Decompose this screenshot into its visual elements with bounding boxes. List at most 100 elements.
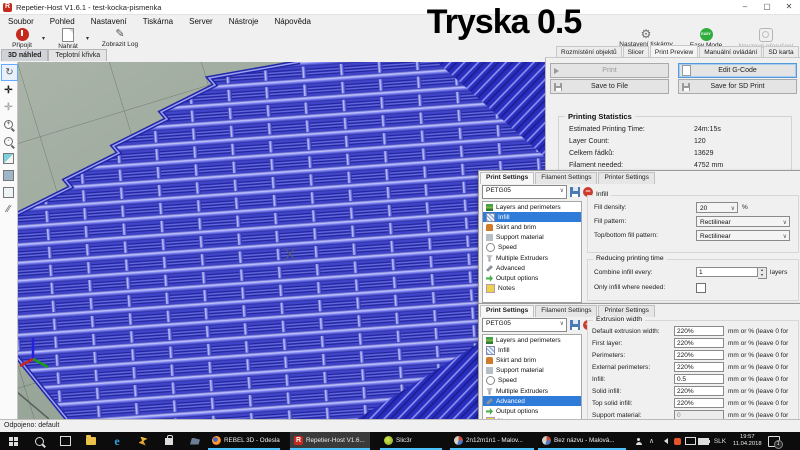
tab-temperature-curve[interactable]: Teplotní křivka xyxy=(48,49,107,61)
category-speed[interactable]: Speed xyxy=(483,243,581,253)
move-object-icon[interactable]: ✛ xyxy=(1,83,16,98)
extrusion-input[interactable] xyxy=(674,350,724,360)
antivirus-tray-icon[interactable] xyxy=(671,432,684,450)
minimize-button[interactable]: – xyxy=(734,0,756,14)
category-extruders[interactable]: Multiple Extruders xyxy=(483,386,581,396)
save-profile-icon[interactable] xyxy=(570,320,580,330)
extrusion-input[interactable] xyxy=(674,326,724,336)
rotate-view-icon[interactable]: ↻ xyxy=(1,64,18,81)
close-button[interactable]: ✕ xyxy=(778,0,800,14)
language-indicator[interactable]: SLK xyxy=(710,432,730,450)
menu-tiskarna[interactable]: Tiskárna xyxy=(135,17,181,26)
task-view-icon[interactable] xyxy=(52,432,78,450)
profile-select[interactable]: PETG05 xyxy=(482,318,567,332)
fill-density-select[interactable]: 20 xyxy=(696,202,738,213)
tab-filament-settings[interactable]: Filament Settings xyxy=(535,305,597,317)
search-icon[interactable] xyxy=(26,432,52,450)
top-bottom-pattern-select[interactable]: Rectilinear xyxy=(696,230,790,241)
front-view-icon[interactable] xyxy=(1,168,16,183)
category-support[interactable]: Support material xyxy=(483,366,581,376)
app-icon-dark[interactable] xyxy=(182,432,208,450)
emergency-stop-icon xyxy=(759,28,773,42)
category-skirt[interactable]: Skirt and brim xyxy=(483,355,581,365)
clock[interactable]: 19:57 11.04.2018 xyxy=(730,434,765,448)
extrusion-input[interactable] xyxy=(674,386,724,396)
category-support[interactable]: Support material xyxy=(483,233,581,243)
taskbar-repetier-host[interactable]: R Repetier-Host V1.6... xyxy=(290,432,370,450)
category-notes[interactable]: Notes xyxy=(483,284,581,294)
connect-button[interactable]: Připojit xyxy=(4,28,40,49)
slicer-tab-strip: Print Settings Filament Settings Printer… xyxy=(480,172,800,184)
profile-select[interactable]: PETG05 xyxy=(482,185,567,199)
extrusion-input[interactable] xyxy=(674,398,724,408)
connect-icon xyxy=(16,28,29,41)
save-for-sd-button[interactable]: Save for SD Print xyxy=(678,79,797,94)
tab-print-settings[interactable]: Print Settings xyxy=(480,305,534,317)
save-to-file-button[interactable]: Save to File xyxy=(550,79,669,94)
menu-napoveda[interactable]: Nápověda xyxy=(267,17,319,26)
menu-nastaveni[interactable]: Nastavení xyxy=(83,17,135,26)
zoom-out-icon[interactable]: - xyxy=(1,134,16,149)
show-log-button[interactable]: ✎ Zobrazit Log xyxy=(96,28,144,48)
extrusion-input[interactable] xyxy=(674,362,724,372)
move-viewpoint-icon[interactable]: ✛ xyxy=(1,100,16,115)
advanced-icon xyxy=(486,265,493,272)
menu-soubor[interactable]: Soubor xyxy=(0,17,42,26)
tab-print-settings[interactable]: Print Settings xyxy=(480,172,534,184)
combine-infill-input[interactable] xyxy=(696,267,758,277)
parallel-projection-icon[interactable]: ∕∕ xyxy=(1,202,16,217)
people-tray-icon[interactable] xyxy=(632,432,645,450)
tab-3d-view[interactable]: 3D náhled xyxy=(1,49,48,61)
app-icon-yellow[interactable] xyxy=(130,432,156,450)
menu-nastroje[interactable]: Nástroje xyxy=(221,17,267,26)
category-output[interactable]: Output options xyxy=(483,273,581,283)
category-skirt[interactable]: Skirt and brim xyxy=(483,222,581,232)
tab-filament-settings[interactable]: Filament Settings xyxy=(535,172,597,184)
category-extruders[interactable]: Multiple Extruders xyxy=(483,253,581,263)
isometric-view-icon[interactable] xyxy=(1,151,16,166)
load-button[interactable]: Nahrát xyxy=(52,28,84,50)
file-explorer-icon[interactable] xyxy=(78,432,104,450)
3d-scene[interactable] xyxy=(17,62,545,419)
category-layers[interactable]: Layers and perimeters xyxy=(483,335,581,345)
output-icon xyxy=(486,408,493,415)
tray-expand-icon[interactable]: ∧ xyxy=(645,432,658,450)
category-advanced[interactable]: Advanced xyxy=(483,263,581,273)
category-layers[interactable]: Layers and perimeters xyxy=(483,202,581,212)
extrusion-input[interactable] xyxy=(674,374,724,384)
gcode-page-icon xyxy=(682,65,691,76)
menu-pohled[interactable]: Pohled xyxy=(42,17,83,26)
taskbar-paint-1[interactable]: 2n12m1n1 - Malov... xyxy=(450,432,534,450)
taskbar-paint-2[interactable]: Bez názvu - Malová... xyxy=(538,432,626,450)
category-infill[interactable]: Infill xyxy=(483,345,581,355)
load-dropdown-icon[interactable]: ▾ xyxy=(86,35,89,42)
edit-gcode-button[interactable]: Edit G-Code xyxy=(678,63,797,78)
top-view-icon[interactable] xyxy=(1,185,16,200)
edge-icon[interactable]: e xyxy=(104,432,130,450)
taskbar-slic3r[interactable]: Slic3r xyxy=(380,432,442,450)
category-speed[interactable]: Speed xyxy=(483,376,581,386)
stat-value: 4752 mm xyxy=(694,162,723,169)
volume-icon[interactable] xyxy=(658,432,671,450)
connect-dropdown-icon[interactable]: ▾ xyxy=(42,35,45,42)
category-infill[interactable]: Infill xyxy=(483,212,581,222)
taskbar-firefox-rebel3d[interactable]: REBEL 3D - Odeslat... xyxy=(208,432,280,450)
category-output[interactable]: Output options xyxy=(483,406,581,416)
category-advanced[interactable]: Advanced xyxy=(483,396,581,406)
tab-printer-settings[interactable]: Printer Settings xyxy=(598,172,654,184)
menu-server[interactable]: Server xyxy=(181,17,221,26)
start-button[interactable] xyxy=(0,432,26,450)
store-icon[interactable] xyxy=(156,432,182,450)
tab-print-preview[interactable]: Print Preview xyxy=(650,45,698,57)
save-profile-icon[interactable] xyxy=(570,187,580,197)
fill-pattern-select[interactable]: Rectilinear xyxy=(696,216,790,227)
zoom-in-icon[interactable]: + xyxy=(1,117,16,132)
maximize-button[interactable]: ▢ xyxy=(756,0,778,14)
extrusion-input[interactable] xyxy=(674,338,724,348)
battery-icon[interactable] xyxy=(697,432,710,450)
infill-group: Infill Fill density: 20 % Fill pattern: … xyxy=(587,195,799,253)
combine-infill-spinner[interactable]: ▲▼ xyxy=(758,267,767,279)
action-center-icon[interactable]: 1 xyxy=(765,432,783,450)
display-tray-icon[interactable] xyxy=(684,432,697,450)
only-infill-checkbox[interactable] xyxy=(696,283,706,293)
